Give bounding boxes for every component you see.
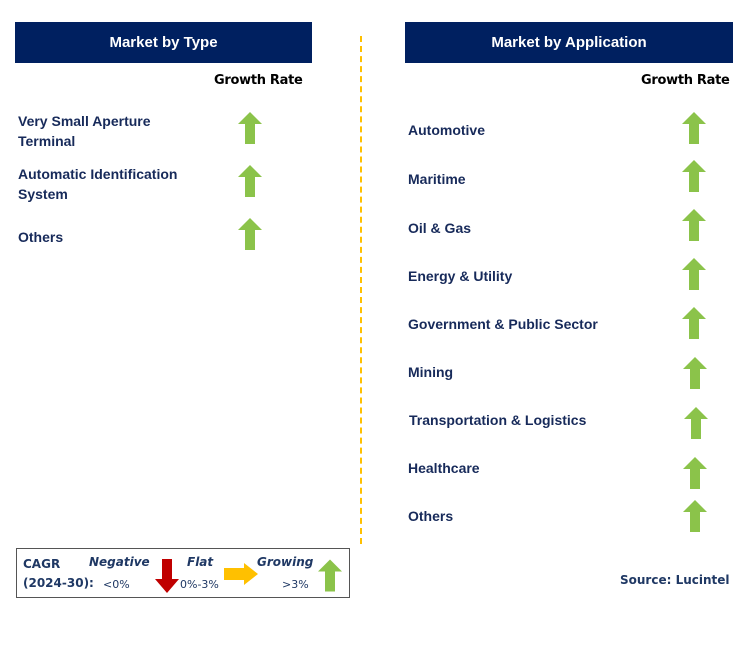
type-item-label: Automatic Identification System <box>18 166 178 202</box>
application-item-label: Maritime <box>408 171 466 187</box>
application-item-label: Others <box>408 508 454 524</box>
arrow-up-icon <box>683 457 707 489</box>
cagr-legend: CAGR (2024-30): Negative <0% Flat 0%-3% … <box>16 548 350 598</box>
market-by-application-header: Market by Application <box>405 22 733 63</box>
market-by-type-header: Market by Type <box>15 22 312 63</box>
arrow-up-icon <box>682 160 706 192</box>
legend-flat-label: Flat <box>187 555 214 569</box>
arrow-down-icon <box>155 559 179 593</box>
application-item-label: Government & Public Sector <box>408 316 598 332</box>
application-item-label: Transportation & Logistics <box>409 412 587 428</box>
legend-growing-label: Growing <box>257 555 314 569</box>
application-item-label: Energy & Utility <box>408 268 513 284</box>
legend-flat-range: 0%-3% <box>180 578 219 591</box>
type-item-label: Others <box>18 229 64 245</box>
application-item-label: Oil & Gas <box>408 220 472 236</box>
arrow-up-icon <box>684 407 708 439</box>
type-growth-rate-label: Growth Rate <box>214 73 303 88</box>
legend-negative-range: <0% <box>103 578 130 591</box>
source-label: Source: Lucintel <box>620 573 730 587</box>
arrow-right-icon <box>224 563 258 585</box>
legend-negative-label: Negative <box>89 555 150 569</box>
application-growth-rate-label: Growth Rate <box>641 73 730 88</box>
arrow-up-icon <box>682 112 706 144</box>
cagr-label: CAGR <box>23 557 61 571</box>
arrow-up-icon <box>682 209 706 241</box>
type-item-label: Very Small Aperture Terminal <box>18 113 151 149</box>
application-item-label: Healthcare <box>408 460 480 476</box>
arrow-up-icon <box>683 500 707 532</box>
arrow-up-icon <box>318 559 342 592</box>
arrow-up-icon <box>238 112 262 144</box>
application-item-label: Automotive <box>408 122 485 138</box>
legend-growing-range: >3% <box>282 578 309 591</box>
arrow-up-icon <box>238 218 262 250</box>
section-divider <box>360 36 362 544</box>
arrow-up-icon <box>238 165 262 197</box>
arrow-up-icon <box>683 357 707 389</box>
application-item-label: Mining <box>408 364 454 380</box>
arrow-up-icon <box>682 258 706 290</box>
cagr-period-label: (2024-30): <box>23 576 94 590</box>
arrow-up-icon <box>682 307 706 339</box>
